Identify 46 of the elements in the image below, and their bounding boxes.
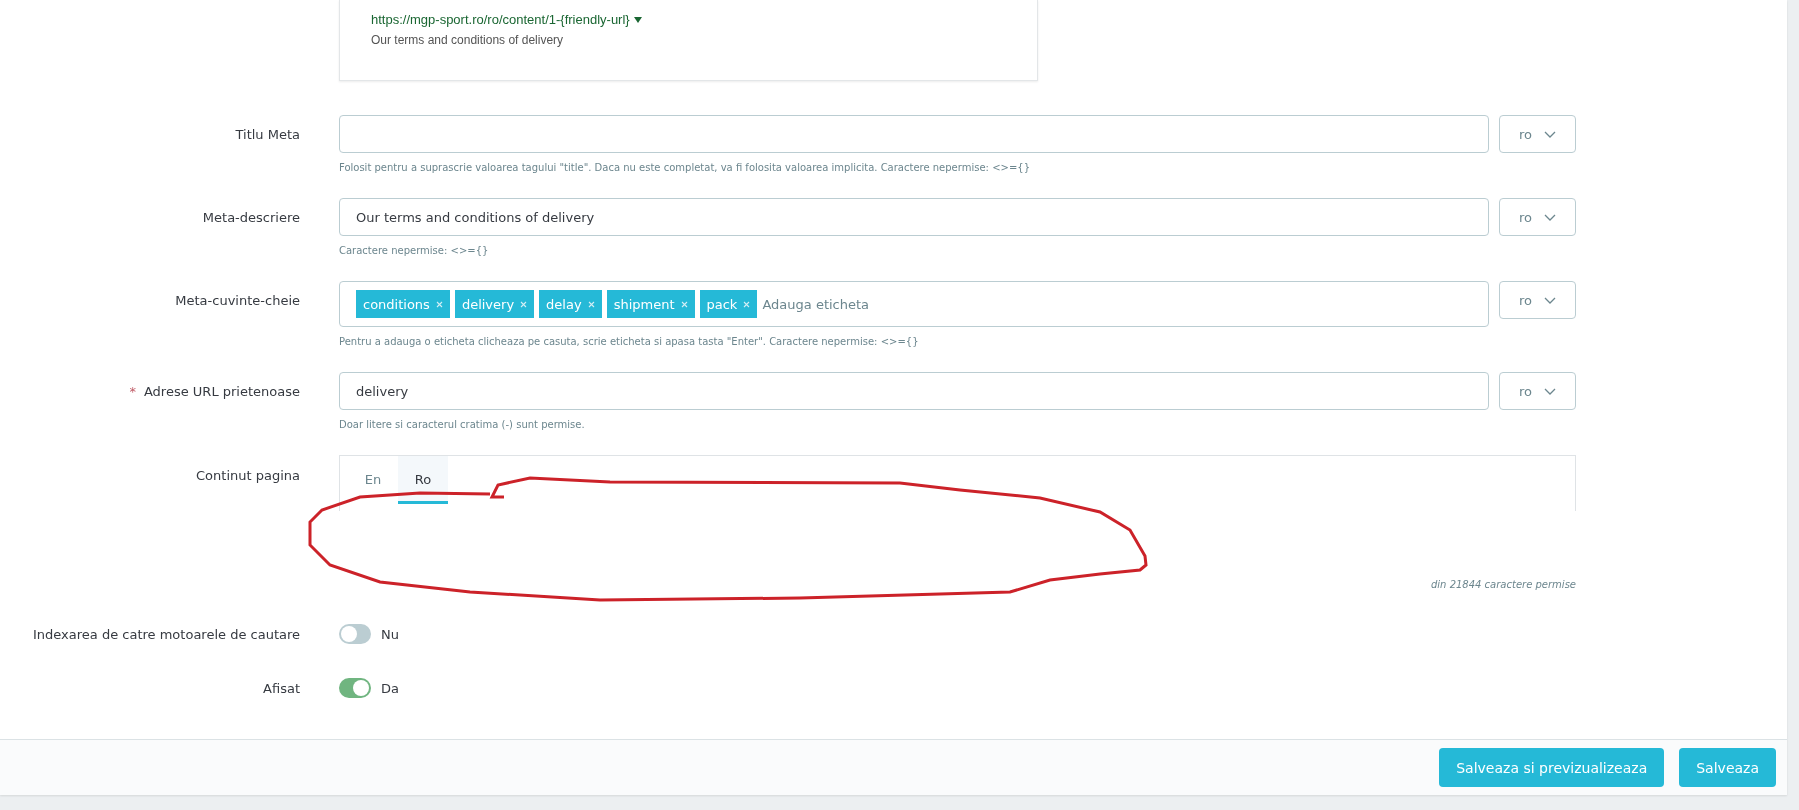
language-select[interactable]: ro bbox=[1499, 115, 1576, 153]
chevron-down-icon bbox=[1544, 213, 1556, 221]
preview-description: Our terms and conditions of delivery bbox=[371, 33, 565, 47]
chevron-down-icon bbox=[1544, 296, 1556, 304]
toggle-switch[interactable] bbox=[339, 624, 371, 644]
close-icon[interactable] bbox=[587, 300, 595, 308]
field-label: Meta-descriere bbox=[202, 209, 300, 225]
character-counter: din 21844 caractere permise bbox=[1431, 579, 1576, 590]
field-label: Meta-cuvinte-cheie bbox=[175, 292, 300, 308]
field-label: Afisat bbox=[263, 680, 300, 696]
text-field[interactable]: Our terms and conditions of delivery bbox=[339, 198, 1489, 236]
help-text: Doar litere si caracterul cratima (-) sunt permise. bbox=[339, 418, 586, 432]
toggle-switch[interactable] bbox=[339, 678, 371, 698]
keyword-tag[interactable]: delivery bbox=[454, 290, 535, 318]
help-text: Pentru a adauga o eticheta clicheaza pe casuta, scrie eticheta si apasa tasta "Enter". Caractere nepermise: <>={} bbox=[339, 335, 920, 349]
text-field[interactable]: delivery bbox=[339, 372, 1489, 410]
chevron-down-icon bbox=[1544, 130, 1556, 138]
save-button[interactable]: Salveaza bbox=[1679, 748, 1776, 787]
help-text: Folosit pentru a suprascrie valoarea tagului "title". Daca nu este completat, va fi folosita valoarea implicita. Caractere nepermise: <>={} bbox=[339, 161, 1031, 175]
text-field[interactable] bbox=[339, 115, 1489, 153]
keyword-tag[interactable]: delay bbox=[539, 290, 602, 318]
chevron-down-icon bbox=[1544, 387, 1556, 395]
switch-label: Da bbox=[381, 680, 399, 696]
language-tab[interactable]: Ro bbox=[398, 456, 448, 504]
caret-icon bbox=[633, 16, 642, 23]
help-text: Caractere nepermise: <>={} bbox=[339, 244, 490, 258]
close-icon[interactable] bbox=[520, 300, 528, 308]
keyword-tag[interactable]: shipment bbox=[606, 290, 695, 318]
close-icon[interactable] bbox=[680, 300, 688, 308]
language-select[interactable]: ro bbox=[1499, 372, 1576, 410]
keyword-tag[interactable]: pack bbox=[699, 290, 758, 318]
required-mark: * bbox=[129, 383, 136, 399]
close-icon[interactable] bbox=[435, 300, 443, 308]
tags-field[interactable]: conditions delivery delay shipment pack Adauga eticheta bbox=[339, 281, 1489, 327]
field-label: Titlu Meta bbox=[235, 126, 300, 142]
preview-url: https://mgp-sport.ro/ro/content/1-{friendly-url} bbox=[371, 12, 630, 27]
close-icon[interactable] bbox=[743, 300, 751, 308]
save-button[interactable]: Salveaza si previzualizeaza bbox=[1439, 748, 1665, 787]
field-label: Continut pagina bbox=[196, 467, 300, 483]
language-tab[interactable]: En bbox=[348, 456, 398, 504]
keyword-tag[interactable]: conditions bbox=[356, 290, 450, 318]
field-label: Adrese URL prietenoase bbox=[143, 383, 300, 399]
switch-label: Nu bbox=[381, 626, 399, 642]
language-select[interactable]: ro bbox=[1499, 281, 1576, 319]
field-label: Indexarea de catre motoarele de cautare bbox=[33, 626, 300, 642]
language-select[interactable]: ro bbox=[1499, 198, 1576, 236]
